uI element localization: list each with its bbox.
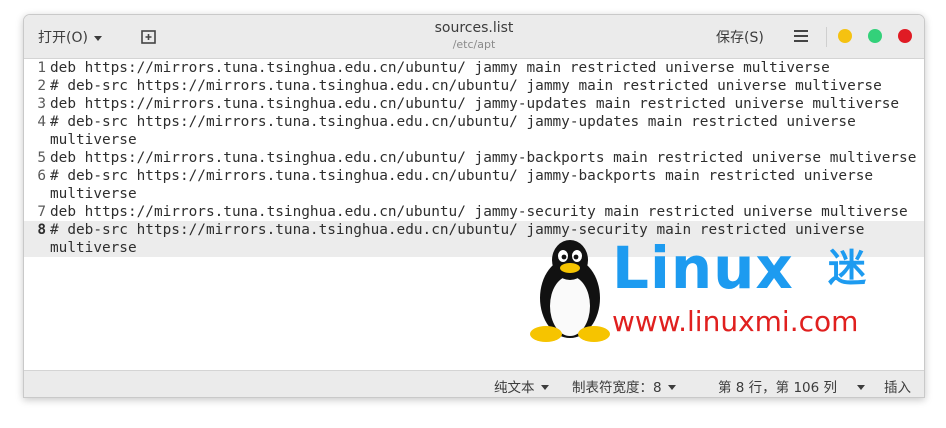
editor-line: 6 # deb-src https://mirrors.tuna.tsinghu… bbox=[24, 167, 924, 203]
editor-line: 4 # deb-src https://mirrors.tuna.tsinghu… bbox=[24, 113, 924, 149]
window-subtitle: /etc/apt bbox=[452, 38, 496, 51]
chevron-down-icon bbox=[540, 384, 549, 390]
watermark-brand-cn: 迷 bbox=[828, 246, 867, 290]
line-number: 7 bbox=[37, 204, 46, 220]
watermark-brand: Linux bbox=[612, 234, 794, 302]
close-button[interactable] bbox=[898, 29, 912, 43]
line-text[interactable]: # deb-src https://mirrors.tuna.tsinghua.… bbox=[46, 167, 918, 203]
cursor-position-label: 第 8 行，第 106 列 bbox=[718, 380, 838, 396]
editor-line: 7 deb https://mirrors.tuna.tsinghua.edu.… bbox=[24, 203, 924, 221]
minimize-button[interactable] bbox=[838, 29, 852, 43]
line-text[interactable]: # deb-src https://mirrors.tuna.tsinghua.… bbox=[46, 77, 918, 95]
hamburger-menu-icon[interactable] bbox=[794, 28, 808, 44]
line-number: 5 bbox=[37, 150, 46, 166]
title-area: sources.list /etc/apt bbox=[24, 19, 924, 52]
chevron-down-icon bbox=[667, 384, 676, 390]
window-title: sources.list bbox=[434, 20, 514, 36]
line-number: 3 bbox=[37, 96, 46, 112]
editor-line: 5 deb https://mirrors.tuna.tsinghua.edu.… bbox=[24, 149, 924, 167]
header-separator bbox=[826, 27, 827, 47]
line-number: 4 bbox=[37, 114, 46, 130]
tab-width-selector[interactable]: 制表符宽度：8 bbox=[572, 376, 676, 396]
chevron-down-icon bbox=[857, 384, 866, 390]
line-number: 8 bbox=[37, 222, 46, 238]
maximize-button[interactable] bbox=[868, 29, 882, 43]
insert-mode-label: 插入 bbox=[884, 380, 911, 396]
line-number: 1 bbox=[37, 60, 46, 76]
cursor-position-selector[interactable]: 第 8 行，第 106 列 bbox=[718, 376, 866, 396]
editor-line: 1 deb https://mirrors.tuna.tsinghua.edu.… bbox=[24, 59, 924, 77]
watermark-logo: Linux 迷 www.linuxmi.com bbox=[526, 236, 906, 346]
language-label: 纯文本 bbox=[494, 380, 535, 396]
status-bar: 纯文本 制表符宽度：8 第 8 行，第 106 列 插入 bbox=[24, 370, 924, 397]
line-number: 2 bbox=[37, 78, 46, 94]
line-text[interactable]: # deb-src https://mirrors.tuna.tsinghua.… bbox=[46, 113, 918, 149]
insert-mode-indicator[interactable]: 插入 bbox=[884, 376, 911, 396]
editor-line: 2 # deb-src https://mirrors.tuna.tsinghu… bbox=[24, 77, 924, 95]
language-selector[interactable]: 纯文本 bbox=[494, 376, 549, 396]
line-text[interactable]: deb https://mirrors.tuna.tsinghua.edu.cn… bbox=[46, 59, 918, 77]
save-button[interactable]: 保存(S) bbox=[716, 27, 764, 47]
watermark-url: www.linuxmi.com bbox=[612, 305, 859, 338]
line-text[interactable]: deb https://mirrors.tuna.tsinghua.edu.cn… bbox=[46, 95, 918, 113]
editor-line: 3 deb https://mirrors.tuna.tsinghua.edu.… bbox=[24, 95, 924, 113]
line-number: 6 bbox=[37, 168, 46, 184]
tux-penguin-icon bbox=[530, 240, 610, 342]
header-bar: 打开(O) sources.list /etc/apt 保存(S) bbox=[24, 15, 924, 59]
tab-width-label: 制表符宽度：8 bbox=[572, 380, 662, 396]
line-text[interactable]: deb https://mirrors.tuna.tsinghua.edu.cn… bbox=[46, 203, 918, 221]
line-text[interactable]: deb https://mirrors.tuna.tsinghua.edu.cn… bbox=[46, 149, 918, 167]
